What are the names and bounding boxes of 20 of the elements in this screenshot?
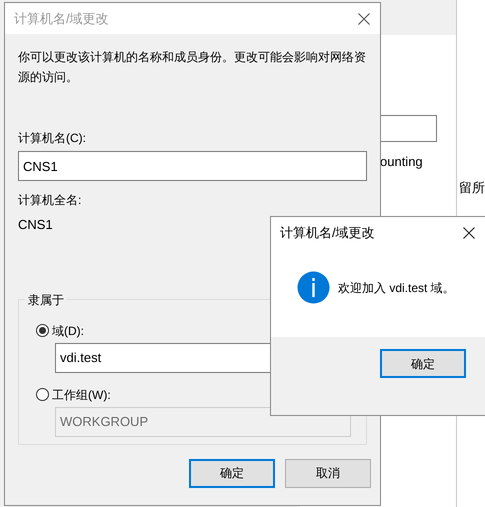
cancel-button[interactable]: 取消 xyxy=(285,458,371,488)
ok-button[interactable]: 确定 xyxy=(189,458,275,488)
close-icon[interactable] xyxy=(358,12,370,24)
info-icon xyxy=(297,271,330,304)
ok-button[interactable]: 确定 xyxy=(380,349,466,378)
message-text: 欢迎加入 vdi.test 域。 xyxy=(338,280,455,296)
radio-label[interactable]: 工作组(W): xyxy=(52,386,111,404)
full-name-text: CNS1 xyxy=(18,216,53,234)
description-text: 你可以更改该计算机的名称和成员身份。更改可能会影响对网络资源的访问。 xyxy=(18,49,367,86)
radio-label[interactable]: 域(D): xyxy=(52,322,84,340)
radio-button[interactable] xyxy=(36,388,49,401)
computer-name-field[interactable]: CNS1 xyxy=(18,151,367,181)
radio-button[interactable] xyxy=(36,324,49,337)
window-title: 计算机名/域更改 xyxy=(14,10,109,28)
label-text: 留所 xyxy=(459,179,485,197)
field-label: 计算机全名: xyxy=(18,192,82,209)
window-title: 计算机名/域更改 xyxy=(280,224,375,242)
label-text: ounting xyxy=(380,153,424,171)
close-icon[interactable] xyxy=(463,226,475,238)
field-label: 计算机名(C): xyxy=(18,130,86,147)
